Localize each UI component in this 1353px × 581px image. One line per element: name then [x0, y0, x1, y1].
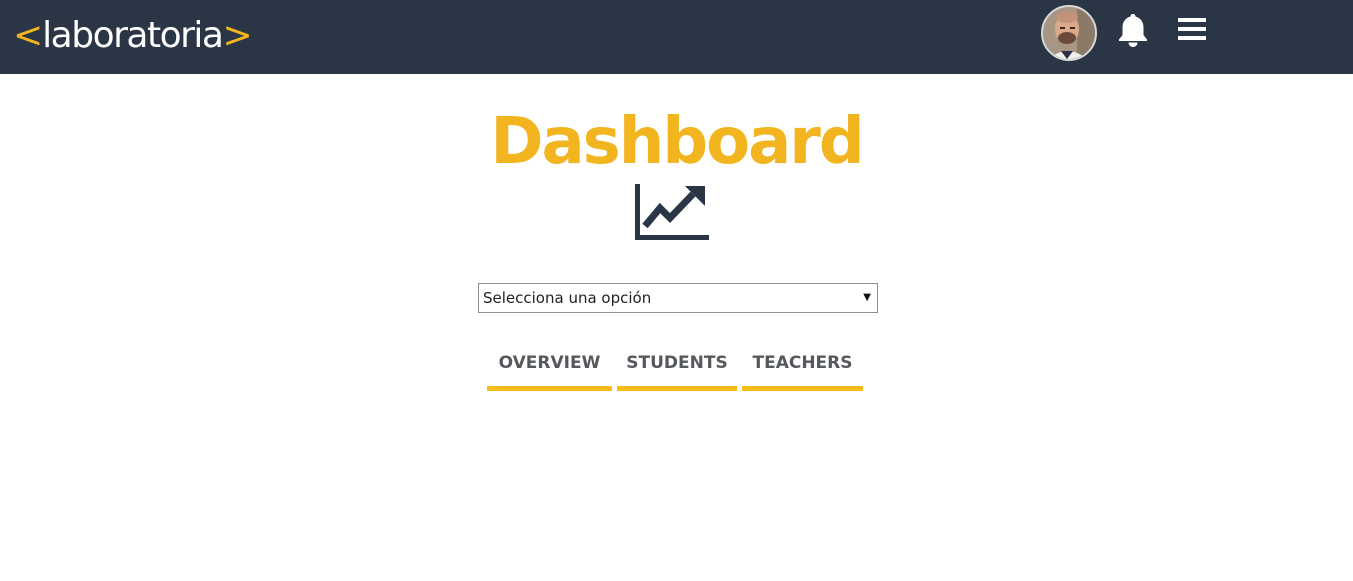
user-avatar[interactable] — [1041, 5, 1097, 61]
laboratoria-logo[interactable]: < laboratoria > — [13, 14, 253, 58]
tab-overview[interactable]: OVERVIEW — [487, 348, 612, 391]
tab-students[interactable]: STUDENTS — [617, 348, 737, 391]
tab-teachers[interactable]: TEACHERS — [742, 348, 863, 391]
line-chart-icon — [633, 182, 711, 242]
logo-close-bracket: > — [222, 15, 252, 56]
page-title: Dashboard — [490, 105, 864, 179]
top-navigation-bar: < laboratoria > — [0, 0, 1353, 74]
tab-bar: OVERVIEW STUDENTS TEACHERS — [487, 348, 863, 392]
hamburger-menu-icon[interactable] — [1176, 15, 1208, 45]
option-select-value: Selecciona una opción — [483, 289, 652, 307]
bell-icon[interactable] — [1117, 12, 1149, 48]
avatar-image — [1043, 7, 1095, 59]
logo-word: laboratoria — [42, 15, 224, 56]
chevron-down-icon: ▼ — [863, 292, 871, 303]
logo-open-bracket: < — [13, 15, 43, 56]
option-select[interactable]: Selecciona una opción ▼ — [478, 283, 878, 313]
